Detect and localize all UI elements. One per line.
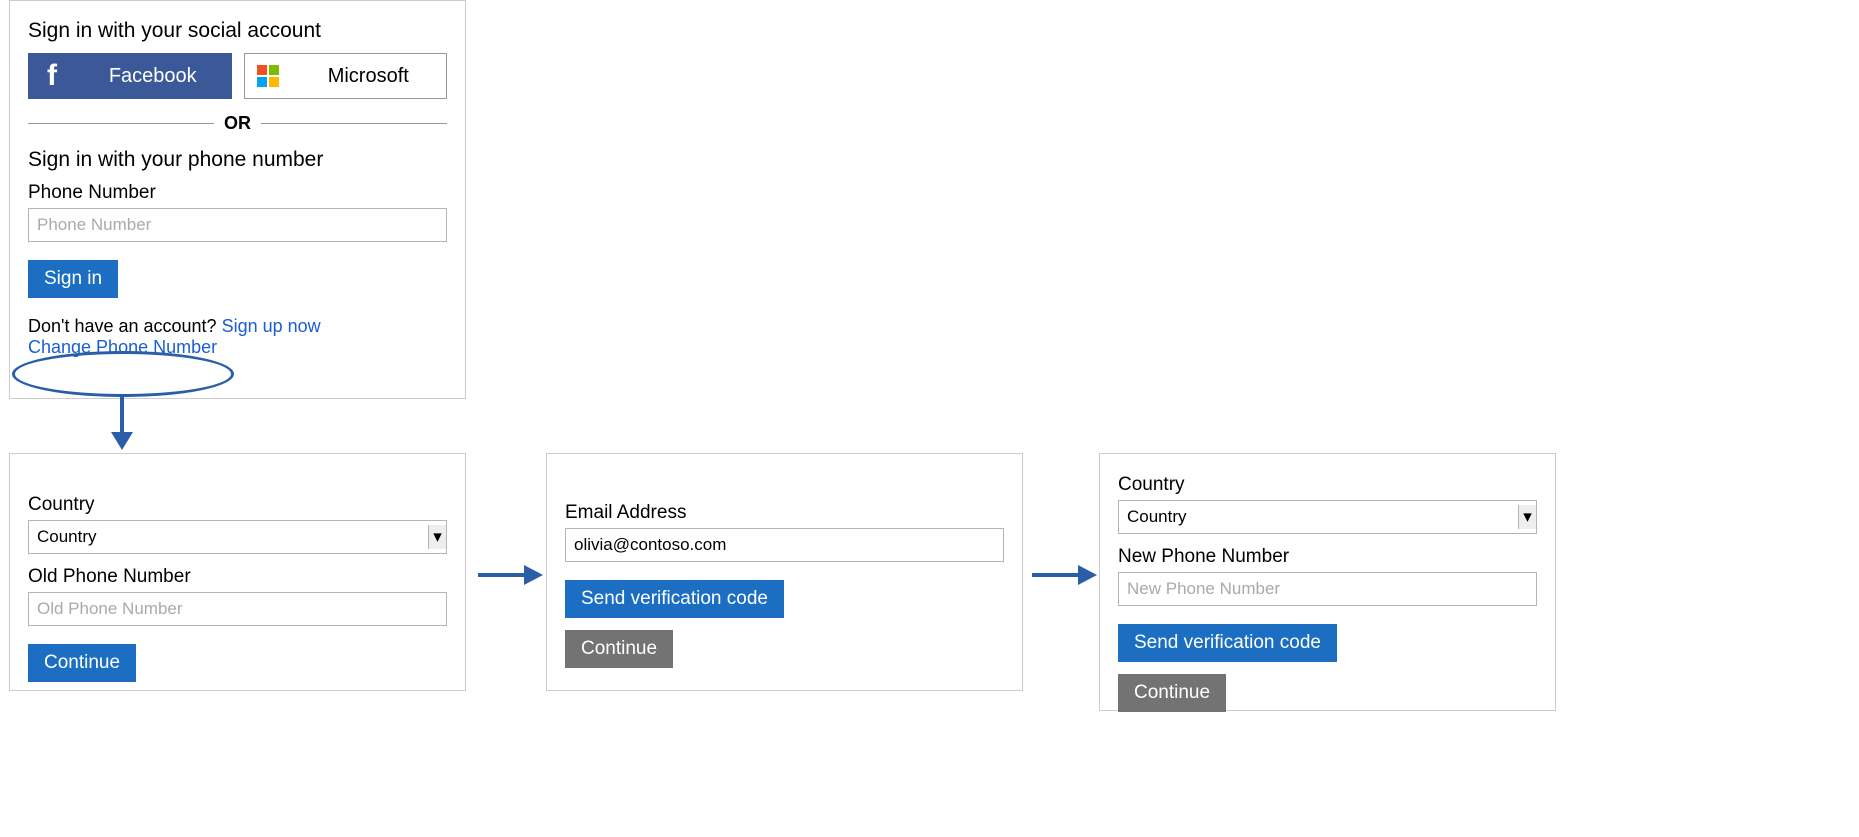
facebook-button[interactable]: f Facebook	[28, 53, 232, 99]
microsoft-button[interactable]: Microsoft	[244, 53, 448, 99]
continue-button[interactable]: Continue	[28, 644, 136, 682]
new-phone-label: New Phone Number	[1118, 546, 1537, 568]
change-phone-link[interactable]: Change Phone Number	[28, 337, 217, 357]
facebook-icon: f	[29, 59, 75, 93]
old-phone-input[interactable]	[28, 592, 447, 626]
signup-row: Don't have an account? Sign up now	[28, 316, 447, 337]
email-verify-panel: Email Address Send verification code Con…	[546, 453, 1023, 691]
arrow-right-icon	[1032, 560, 1097, 590]
or-text: OR	[224, 113, 251, 134]
new-phone-input[interactable]	[1118, 572, 1537, 606]
email-label: Email Address	[565, 502, 1004, 524]
country-value: Country	[1127, 507, 1187, 527]
country-select[interactable]: Country ▾	[28, 520, 447, 554]
chevron-down-icon: ▾	[428, 525, 446, 549]
old-phone-label: Old Phone Number	[28, 566, 447, 588]
microsoft-icon	[245, 65, 291, 87]
country-label: Country	[1118, 474, 1537, 496]
signin-button[interactable]: Sign in	[28, 260, 118, 298]
country-value: Country	[37, 527, 97, 547]
social-heading: Sign in with your social account	[28, 19, 447, 43]
continue-button-disabled[interactable]: Continue	[565, 630, 673, 668]
continue-button-disabled[interactable]: Continue	[1118, 674, 1226, 712]
phone-heading: Sign in with your phone number	[28, 148, 447, 172]
microsoft-label: Microsoft	[291, 65, 447, 88]
country-label: Country	[28, 494, 447, 516]
send-code-button[interactable]: Send verification code	[1118, 624, 1337, 662]
old-phone-panel: Country Country ▾ Old Phone Number Conti…	[9, 453, 466, 691]
chevron-down-icon: ▾	[1518, 505, 1536, 529]
signup-link[interactable]: Sign up now	[222, 316, 321, 336]
arrow-down-icon	[107, 394, 137, 450]
no-account-text: Don't have an account?	[28, 316, 222, 336]
arrow-right-icon	[478, 560, 543, 590]
phone-label: Phone Number	[28, 182, 447, 204]
facebook-label: Facebook	[75, 65, 231, 88]
phone-input[interactable]	[28, 208, 447, 242]
email-input[interactable]	[565, 528, 1004, 562]
country-select[interactable]: Country ▾	[1118, 500, 1537, 534]
or-divider: OR	[28, 113, 447, 134]
send-code-button[interactable]: Send verification code	[565, 580, 784, 618]
new-phone-panel: Country Country ▾ New Phone Number Send …	[1099, 453, 1556, 711]
signin-panel: Sign in with your social account f Faceb…	[9, 0, 466, 399]
